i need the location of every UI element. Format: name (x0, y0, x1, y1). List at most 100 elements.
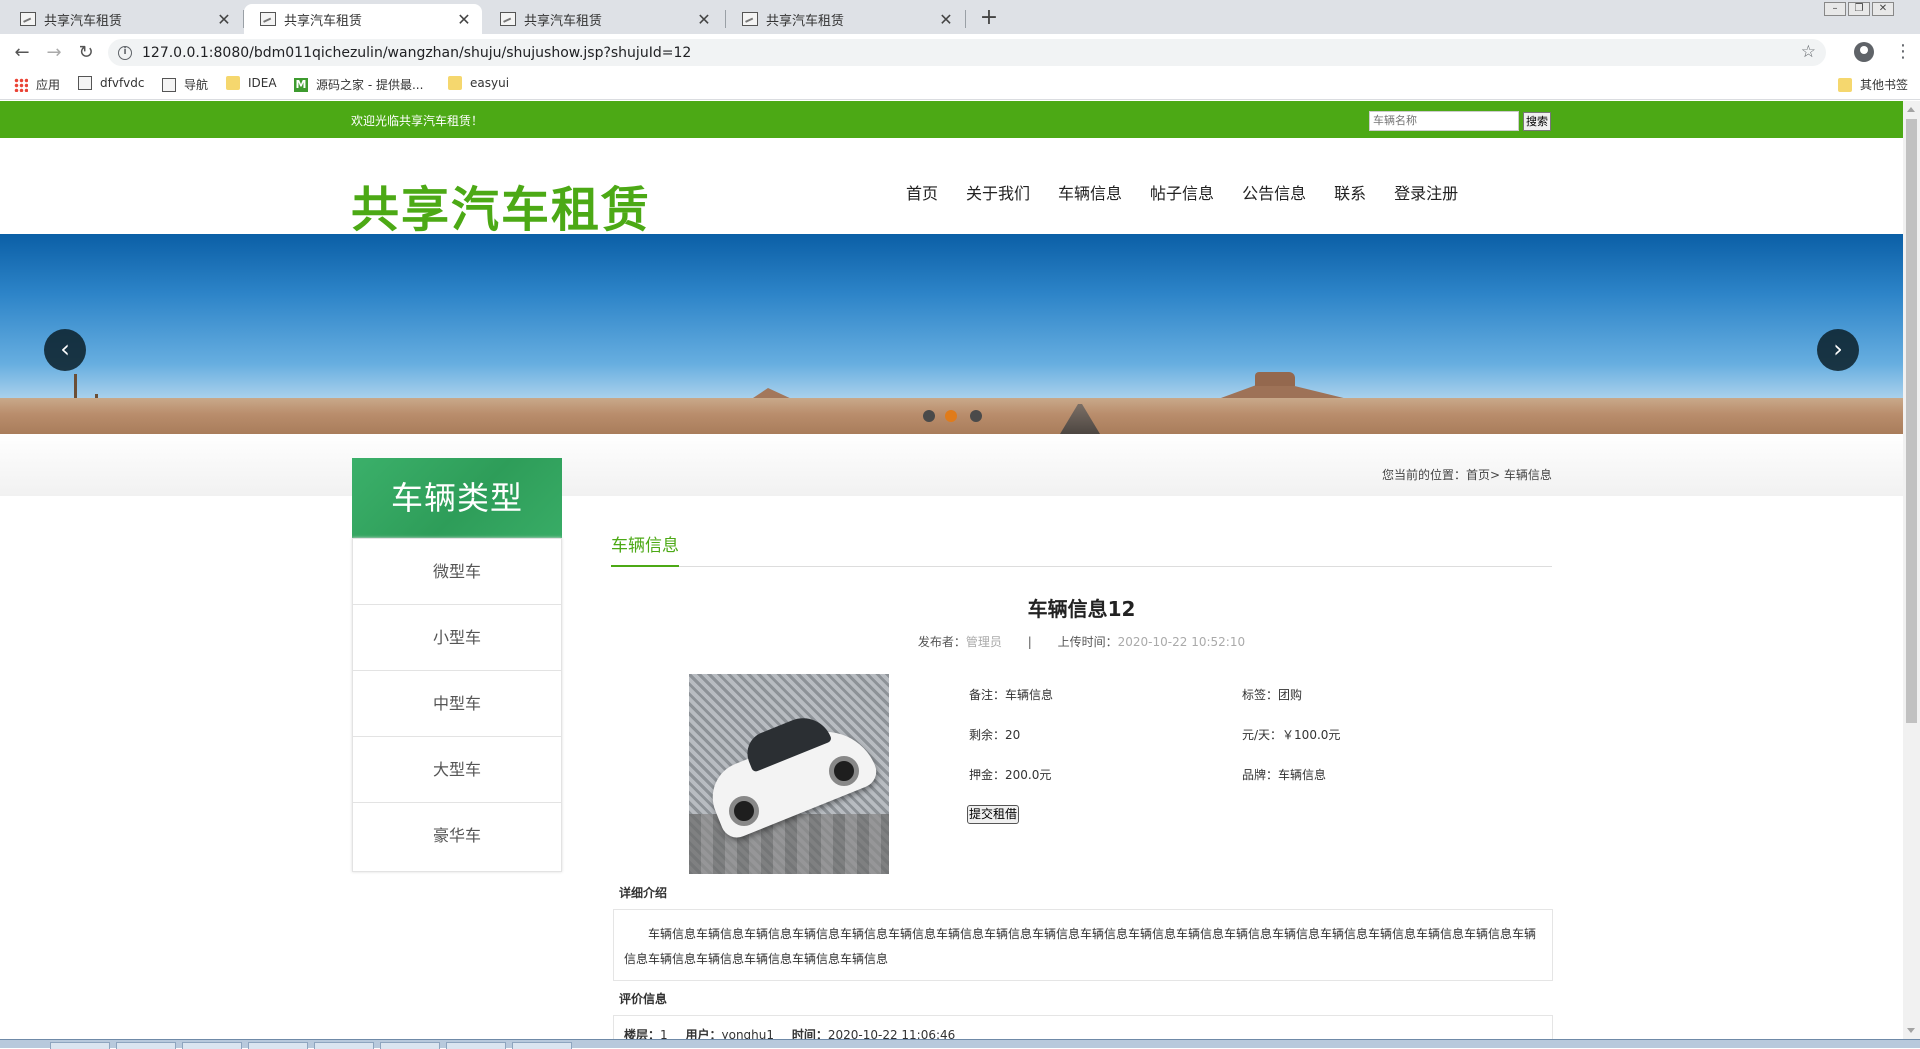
review-time-label: 时间： (791, 1028, 828, 1039)
scrollbar-thumb[interactable] (1906, 119, 1917, 723)
bookmark-item[interactable]: IDEA (226, 76, 277, 90)
bookmark-apps[interactable]: 应用 (14, 76, 60, 93)
close-icon[interactable]: ✕ (452, 10, 476, 29)
window-close-icon[interactable]: ✕ (1872, 2, 1894, 16)
slide-dot-active[interactable] (945, 410, 957, 422)
page-favicon-icon (500, 12, 516, 26)
top-bar: 欢迎光临共享汽车租赁！ 搜索 (0, 101, 1903, 138)
upload-time: 2020-10-22 10:52:10 (1117, 635, 1246, 649)
detail-remark: 备注：车辆信息 (969, 688, 1054, 702)
bookmark-label: 导航 (184, 78, 209, 92)
close-icon[interactable]: ✕ (212, 10, 236, 29)
bookmark-item[interactable]: M 源码之家 - 提供最... (294, 76, 423, 93)
browser-tab-bar: 共享汽车租赁 ✕ 共享汽车租赁 ✕ 共享汽车租赁 ✕ 共享汽车租赁 ✕ + – … (0, 0, 1920, 34)
section-header: 车辆信息 (611, 533, 1552, 567)
bookmark-item[interactable]: 导航 (162, 76, 208, 93)
browser-menu-icon[interactable]: ⋮ (1894, 40, 1912, 64)
folder-icon (226, 76, 240, 90)
sidebar-item-large[interactable]: 大型车 (353, 737, 561, 803)
review-floor: 1 (660, 1028, 668, 1039)
vehicle-photo (689, 674, 889, 874)
detail-remaining: 剩余：20 (969, 728, 1021, 742)
car-wheel (729, 796, 759, 826)
chevron-right-icon[interactable]: › (1817, 329, 1859, 371)
bookmark-label: easyui (470, 76, 510, 90)
forward-arrow-icon[interactable]: → (40, 40, 68, 66)
review-entry: 楼层：1 用户：yonghu1 时间：2020-10-22 11:06:46 (613, 1015, 1553, 1039)
sidebar-item-luxury[interactable]: 豪华车 (353, 803, 561, 869)
submit-rental-button[interactable]: 提交租借 (967, 805, 1019, 824)
reload-icon[interactable]: ↻ (72, 40, 100, 66)
back-arrow-icon[interactable]: ← (8, 40, 36, 66)
browser-tab[interactable]: 共享汽车租赁 ✕ (726, 4, 964, 34)
breadcrumb-home-link[interactable]: 首页 (1466, 468, 1490, 482)
browser-tab-active[interactable]: 共享汽车租赁 ✕ (244, 4, 482, 34)
search-button[interactable]: 搜索 (1523, 112, 1551, 131)
nav-home[interactable]: 首页 (906, 180, 938, 204)
bookmark-label: 源码之家 - 提供最... (316, 78, 424, 92)
bookmark-star-icon[interactable]: ☆ (1801, 42, 1816, 62)
browser-tab[interactable]: 共享汽车租赁 ✕ (4, 4, 242, 34)
detail-tag: 标签：团购 (1242, 688, 1303, 702)
slide-dot[interactable] (923, 410, 935, 422)
sidebar-list: 微型车 小型车 中型车 大型车 豪华车 (352, 538, 562, 872)
slide-dot[interactable] (970, 410, 982, 422)
os-taskbar (0, 1039, 1920, 1049)
hero-banner: ‹ › (0, 234, 1903, 434)
nav-login-register[interactable]: 登录注册 (1394, 180, 1458, 204)
chevron-left-icon[interactable]: ‹ (44, 329, 86, 371)
other-bookmarks[interactable]: 其他书签 (1838, 76, 1908, 93)
m-logo-icon: M (294, 77, 308, 92)
scroll-down-icon[interactable] (1907, 1028, 1915, 1033)
page-favicon-icon (742, 12, 758, 26)
nav-posts[interactable]: 帖子信息 (1150, 180, 1214, 204)
folder-icon (1838, 77, 1852, 92)
upload-time-label: 上传时间： (1057, 635, 1118, 649)
publisher-label: 发布者： (917, 635, 966, 649)
tab-title: 共享汽车租赁 (284, 13, 363, 29)
site-info-icon[interactable]: i (118, 45, 132, 60)
sidebar-title: 车辆类型 (352, 458, 562, 538)
page-favicon-icon (260, 12, 276, 26)
browser-toolbar: ← → ↻ i 127.0.0.1:8080/bdm011qichezulin/… (0, 34, 1920, 70)
photo-ground (689, 814, 889, 874)
page-scrollbar[interactable] (1903, 101, 1920, 1039)
sidebar-item-small[interactable]: 小型车 (353, 605, 561, 671)
review-user-label: 用户： (685, 1028, 722, 1039)
close-icon[interactable]: ✕ (934, 10, 958, 29)
detail-deposit: 押金：200.0元 (969, 768, 1052, 782)
site-logo[interactable]: 共享汽车租赁 (351, 170, 651, 240)
apps-grid-icon (14, 77, 28, 92)
site-header: 共享汽车租赁 首页 关于我们 车辆信息 帖子信息 公告信息 联系 登录注册 (0, 138, 1903, 238)
folder-icon (448, 76, 462, 90)
new-tab-plus-icon[interactable]: + (974, 4, 1004, 32)
main-nav: 首页 关于我们 车辆信息 帖子信息 公告信息 联系 登录注册 (906, 180, 1486, 204)
close-icon[interactable]: ✕ (692, 10, 716, 29)
breadcrumb: 您当前的位置：首页> 车辆信息 (1382, 466, 1552, 483)
review-user: yonghu1 (721, 1028, 775, 1039)
sidebar-item-medium[interactable]: 中型车 (353, 671, 561, 737)
bookmark-item[interactable]: dfvfvdc (78, 76, 144, 90)
browser-tab[interactable]: 共享汽车租赁 ✕ (484, 4, 722, 34)
search-input[interactable] (1369, 111, 1519, 131)
minimize-icon[interactable]: – (1824, 2, 1846, 16)
nav-contact[interactable]: 联系 (1334, 180, 1366, 204)
sidebar-item-mini[interactable]: 微型车 (353, 539, 561, 605)
scroll-up-icon[interactable] (1907, 107, 1915, 112)
vehicle-title: 车辆信息12 (1027, 597, 1136, 621)
nav-notices[interactable]: 公告信息 (1242, 180, 1306, 204)
url-text[interactable]: 127.0.0.1:8080/bdm011qichezulin/wangzhan… (142, 45, 691, 61)
nav-vehicles[interactable]: 车辆信息 (1058, 180, 1122, 204)
profile-avatar-icon[interactable] (1854, 42, 1874, 62)
tab-title: 共享汽车租赁 (44, 13, 123, 29)
bookmark-label: 其他书签 (1860, 78, 1909, 92)
address-bar[interactable]: i 127.0.0.1:8080/bdm011qichezulin/wangzh… (108, 39, 1826, 66)
detail-description: 车辆信息车辆信息车辆信息车辆信息车辆信息车辆信息车辆信息车辆信息车辆信息车辆信息… (613, 909, 1553, 981)
nav-about[interactable]: 关于我们 (966, 180, 1030, 204)
mesa-rock (1255, 372, 1295, 386)
detail-heading: 详细介绍 (619, 886, 668, 900)
bookmark-item[interactable]: easyui (448, 76, 509, 90)
publisher-name: 管理员 (965, 635, 1002, 649)
restore-icon[interactable]: ❐ (1848, 2, 1870, 16)
breadcrumb-prefix: 您当前的位置： (1382, 468, 1467, 482)
